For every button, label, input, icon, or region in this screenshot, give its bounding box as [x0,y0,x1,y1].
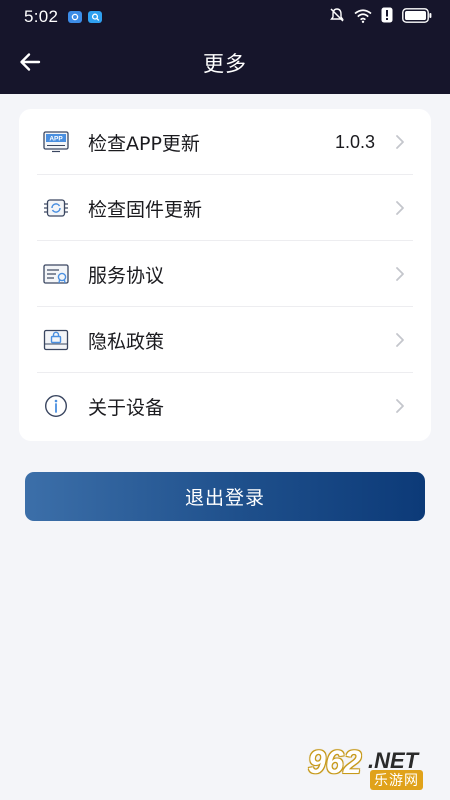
app-update-icon: APP [43,129,69,155]
status-bar: 5:02 [0,0,450,34]
svg-text:APP: APP [49,136,63,143]
app-notification-icon [88,11,103,23]
menu-item-check-firmware-update[interactable]: 检查固件更新 [19,175,431,241]
navigation-bar: 更多 [0,34,450,94]
menu-item-check-app-update[interactable]: APP 检查APP更新 1.0.3 [19,109,431,175]
page-title: 更多 [203,52,247,76]
agreement-icon [43,261,69,287]
privacy-lock-icon [43,327,69,353]
chevron-right-icon [393,199,407,217]
mute-icon [329,7,345,27]
menu-item-service-agreement[interactable]: 服务协议 [19,241,431,307]
info-icon [43,393,69,419]
wifi-icon [354,8,372,27]
logout-button[interactable]: 退出登录 [25,472,425,521]
battery-icon [402,7,432,27]
menu-item-label: 检查APP更新 [88,132,200,155]
firmware-chip-icon [43,195,69,221]
settings-menu: APP 检查APP更新 1.0.3 检查固件更新 服务协议 隐私政策 关于设备 [19,109,431,441]
status-time: 5:02 [24,7,59,26]
menu-item-label: 关于设备 [88,396,165,419]
chevron-right-icon [393,133,407,151]
menu-item-about-device[interactable]: 关于设备 [19,373,431,439]
watermark-number: 962 [308,744,362,780]
menu-item-label: 隐私政策 [88,330,165,353]
chevron-right-icon [393,397,407,415]
watermark-logo: 962 .NET 乐游网 [304,744,442,792]
app-notification-icon [68,11,83,23]
menu-item-label: 服务协议 [88,264,165,287]
menu-item-privacy-policy[interactable]: 隐私政策 [19,307,431,373]
chevron-right-icon [393,265,407,283]
chevron-right-icon [393,331,407,349]
status-icons [329,7,432,27]
app-version-value: 1.0.3 [334,131,375,152]
alert-icon [381,7,393,27]
watermark-site-name: 乐游网 [370,770,423,790]
menu-item-label: 检查固件更新 [88,198,203,221]
